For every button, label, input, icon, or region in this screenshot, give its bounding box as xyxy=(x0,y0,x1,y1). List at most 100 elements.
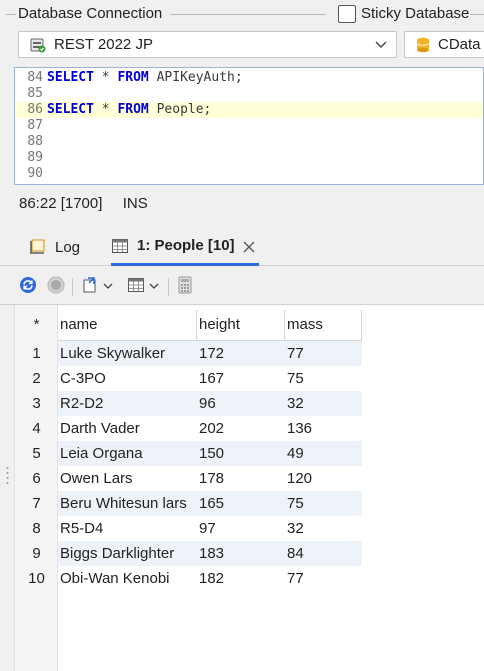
table-row[interactable]: 5 Leia Organa 150 49 xyxy=(15,441,362,466)
log-icon xyxy=(29,239,47,255)
sql-keyword: SELECT xyxy=(47,102,94,117)
row-cells: Obi-Wan Kenobi 182 77 xyxy=(58,566,362,591)
sql-text: * xyxy=(93,70,118,85)
table-icon xyxy=(111,238,129,254)
chevron-down-icon xyxy=(374,37,388,51)
row-number[interactable]: 8 xyxy=(15,516,58,541)
row-number[interactable]: 3 xyxy=(15,391,58,416)
column-header-name[interactable]: name xyxy=(58,310,197,340)
row-number[interactable]: 9 xyxy=(15,541,58,566)
stop-icon xyxy=(47,276,65,298)
stop-button[interactable] xyxy=(45,276,67,298)
column-header-height[interactable]: height xyxy=(197,310,285,340)
cell-mass[interactable]: 77 xyxy=(285,341,362,366)
connection-select[interactable]: REST 2022 JP xyxy=(18,31,397,58)
splitter-gutter[interactable] xyxy=(0,305,15,671)
row-number[interactable]: 1 xyxy=(15,341,58,366)
editor-line[interactable]: 87 xyxy=(15,118,483,134)
table-row[interactable]: 10 Obi-Wan Kenobi 182 77 xyxy=(15,566,362,591)
database-connection-icon xyxy=(30,37,46,53)
grid-view-dropdown[interactable] xyxy=(147,276,161,298)
row-cells: Leia Organa 150 49 xyxy=(58,441,362,466)
connection-select-value: REST 2022 JP xyxy=(54,36,153,53)
row-number[interactable]: 5 xyxy=(15,441,58,466)
sql-keyword: SELECT xyxy=(47,70,94,85)
cell-name[interactable]: R2-D2 xyxy=(58,391,197,416)
table-row[interactable]: 2 C-3PO 167 75 xyxy=(15,366,362,391)
cell-mass[interactable]: 32 xyxy=(285,391,362,416)
sql-editor[interactable]: 84 SELECT * FROM APIKeyAuth; 85 86 SELECT * … xyxy=(14,67,484,185)
editor-line[interactable]: 90 xyxy=(15,166,483,182)
cell-height[interactable]: 165 xyxy=(197,491,285,516)
cdata-button-label: CData xyxy=(438,36,481,53)
close-icon[interactable] xyxy=(243,240,255,252)
export-dropdown[interactable] xyxy=(101,276,115,298)
refresh-icon xyxy=(19,276,37,298)
cell-mass[interactable]: 32 xyxy=(285,516,362,541)
table-row[interactable]: 9 Biggs Darklighter 183 84 xyxy=(15,541,362,566)
cell-mass[interactable]: 75 xyxy=(285,366,362,391)
table-row[interactable]: 1 Luke Skywalker 172 77 xyxy=(15,341,362,366)
cell-height[interactable]: 150 xyxy=(197,441,285,466)
cell-name[interactable]: Owen Lars xyxy=(58,466,197,491)
refresh-button[interactable] xyxy=(17,276,39,298)
group-border xyxy=(6,14,16,15)
row-number[interactable]: 7 xyxy=(15,491,58,516)
editor-line[interactable]: 86 SELECT * FROM People; xyxy=(15,102,483,118)
cell-name[interactable]: Beru Whitesun lars xyxy=(58,491,197,516)
cell-height[interactable]: 172 xyxy=(197,341,285,366)
grid-view-button[interactable] xyxy=(125,276,147,298)
table-row[interactable]: 7 Beru Whitesun lars 165 75 xyxy=(15,491,362,516)
editor-line[interactable]: 85 xyxy=(15,86,483,102)
cell-mass[interactable]: 136 xyxy=(285,416,362,441)
tab-people[interactable]: 1: People [10] xyxy=(111,228,259,266)
cell-height[interactable]: 167 xyxy=(197,366,285,391)
cell-name[interactable]: Leia Organa xyxy=(58,441,197,466)
cell-mass[interactable]: 49 xyxy=(285,441,362,466)
cell-height[interactable]: 182 xyxy=(197,566,285,591)
sticky-database-checkbox[interactable] xyxy=(338,5,356,23)
table-row[interactable]: 6 Owen Lars 178 120 xyxy=(15,466,362,491)
row-cells: Darth Vader 202 136 xyxy=(58,416,362,441)
sql-keyword: FROM xyxy=(117,70,149,85)
export-button[interactable] xyxy=(79,276,101,298)
column-header-mass[interactable]: mass xyxy=(285,310,362,340)
table-row[interactable]: 4 Darth Vader 202 136 xyxy=(15,416,362,441)
cell-name[interactable]: Darth Vader xyxy=(58,416,197,441)
select-all-header[interactable]: * xyxy=(15,310,58,340)
row-number[interactable]: 6 xyxy=(15,466,58,491)
cell-name[interactable]: Obi-Wan Kenobi xyxy=(58,566,197,591)
calculator-button[interactable] xyxy=(174,276,196,298)
cell-mass[interactable]: 75 xyxy=(285,491,362,516)
editor-line[interactable]: 89 xyxy=(15,150,483,166)
row-cells: Biggs Darklighter 183 84 xyxy=(58,541,362,566)
code-text: SELECT * FROM People; xyxy=(45,102,211,118)
sticky-database-label[interactable]: Sticky Database xyxy=(361,5,469,22)
row-number[interactable]: 2 xyxy=(15,366,58,391)
cell-mass[interactable]: 120 xyxy=(285,466,362,491)
cdata-button[interactable]: CData xyxy=(404,31,484,58)
tab-log[interactable]: Log xyxy=(29,228,80,266)
cell-height[interactable]: 96 xyxy=(197,391,285,416)
cell-name[interactable]: Biggs Darklighter xyxy=(58,541,197,566)
tab-people-label: 1: People [10] xyxy=(137,237,235,254)
calculator-icon xyxy=(177,276,193,298)
result-tabs: Log 1: People [10] xyxy=(0,228,484,266)
cell-height[interactable]: 183 xyxy=(197,541,285,566)
cell-height[interactable]: 178 xyxy=(197,466,285,491)
table-row[interactable]: 3 R2-D2 96 32 xyxy=(15,391,362,416)
cell-height[interactable]: 202 xyxy=(197,416,285,441)
cell-name[interactable]: C-3PO xyxy=(58,366,197,391)
editor-line[interactable]: 88 xyxy=(15,134,483,150)
row-number[interactable]: 10 xyxy=(15,566,58,591)
splitter-grip-icon xyxy=(6,467,9,484)
cell-mass[interactable]: 77 xyxy=(285,566,362,591)
table-row[interactable]: 8 R5-D4 97 32 xyxy=(15,516,362,541)
cell-mass[interactable]: 84 xyxy=(285,541,362,566)
cell-name[interactable]: Luke Skywalker xyxy=(58,341,197,366)
cell-height[interactable]: 97 xyxy=(197,516,285,541)
editor-line[interactable]: 84 SELECT * FROM APIKeyAuth; xyxy=(15,70,483,86)
row-number[interactable]: 4 xyxy=(15,416,58,441)
cell-name[interactable]: R5-D4 xyxy=(58,516,197,541)
